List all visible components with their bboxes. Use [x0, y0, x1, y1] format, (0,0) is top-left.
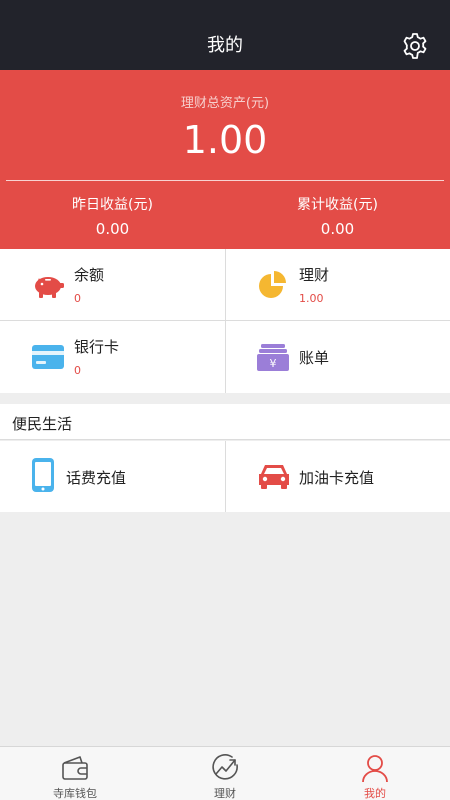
piggy-bank-icon: [35, 277, 64, 298]
bank-card-icon: [32, 345, 64, 369]
trend-chart-icon: [212, 754, 238, 780]
balance-item[interactable]: 余额 0: [0, 249, 225, 321]
yesterday-earnings: 昨日收益(元) 0.00: [0, 196, 225, 239]
wallet-icon: [62, 756, 88, 780]
bill-icon: ¥: [257, 344, 289, 371]
svg-text:¥: ¥: [270, 357, 277, 370]
tab-label: 理财: [214, 787, 236, 800]
section-title: 便民生活: [12, 415, 73, 433]
bank-card-label: 银行卡: [74, 338, 120, 356]
tab-mine[interactable]: 我的: [300, 747, 450, 800]
nav-bar: 我的: [0, 0, 450, 70]
tab-wallet[interactable]: 寺库钱包: [0, 747, 150, 800]
phone-recharge-item[interactable]: 话费充值: [0, 441, 225, 513]
phone-icon: [32, 458, 54, 492]
summary-divider: [6, 180, 444, 181]
service-grid: 话费充值 加油卡充值: [0, 441, 450, 512]
section-title-convenience: 便民生活: [0, 404, 450, 440]
page-title: 我的: [207, 35, 243, 56]
tab-wealth[interactable]: 理财: [150, 747, 300, 800]
tab-label: 寺库钱包: [53, 787, 97, 800]
bill-item[interactable]: ¥ 账单: [225, 321, 450, 393]
phone-recharge-label: 话费充值: [66, 469, 127, 487]
wealth-label: 理财: [299, 266, 330, 284]
fuel-card-recharge-item[interactable]: 加油卡充值: [225, 441, 450, 513]
cumulative-earnings-value: 0.00: [320, 220, 355, 238]
tab-bar: 寺库钱包 理财 我的: [0, 746, 450, 800]
asset-grid: 余额 0 理财 1.00 银行卡 0 ¥ 账单: [0, 249, 450, 393]
cumulative-earnings: 累计收益(元) 0.00: [225, 196, 450, 239]
yesterday-earnings-value: 0.00: [95, 220, 130, 238]
pie-chart-icon: [259, 271, 286, 298]
balance-value: 0: [74, 292, 81, 305]
total-assets-value: 1.00: [182, 118, 268, 162]
asset-summary: 理财总资产(元) 1.00 昨日收益(元) 0.00 累计收益(元) 0.00: [0, 70, 450, 249]
tab-label: 我的: [364, 787, 386, 800]
cumulative-earnings-label: 累计收益(元): [297, 197, 378, 213]
car-icon: [259, 465, 289, 489]
balance-label: 余额: [74, 266, 105, 284]
fuel-card-recharge-label: 加油卡充值: [299, 469, 375, 487]
bill-label: 账单: [299, 349, 330, 367]
user-icon: [362, 755, 388, 783]
wealth-value: 1.00: [299, 292, 324, 305]
bank-card-value: 0: [74, 364, 81, 377]
wealth-item[interactable]: 理财 1.00: [225, 249, 450, 321]
bank-card-item[interactable]: 银行卡 0: [0, 321, 225, 393]
total-assets-label: 理财总资产(元): [180, 96, 270, 111]
gear-icon[interactable]: [401, 32, 429, 60]
yesterday-earnings-label: 昨日收益(元): [72, 197, 153, 213]
